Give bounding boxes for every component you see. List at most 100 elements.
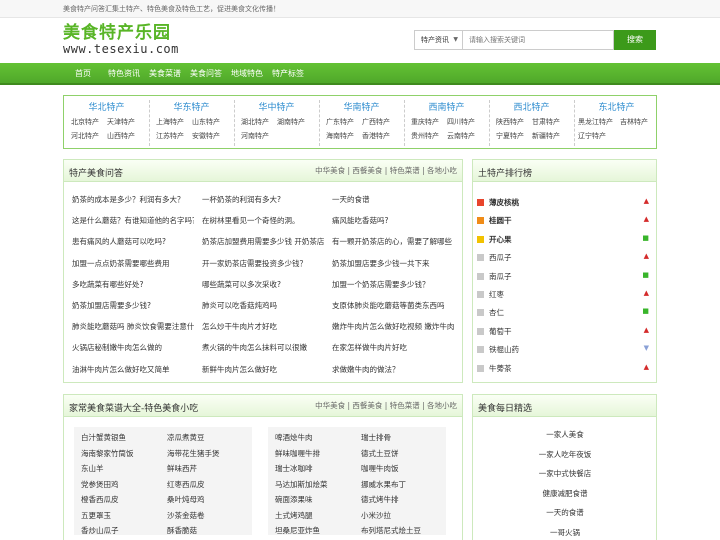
region-link[interactable]: 吉林特产: [620, 117, 648, 127]
region-title[interactable]: 华南特产: [319, 100, 404, 113]
rank-item[interactable]: 西瓜子 ▲: [477, 249, 653, 267]
recipe-link[interactable]: 凉瓜煮黄豆: [167, 432, 205, 443]
region-link[interactable]: 河南特产: [241, 131, 269, 141]
recipe-link[interactable]: 碗面添果味: [275, 494, 313, 505]
recipe-link[interactable]: 红枣西瓜皮: [167, 479, 205, 490]
recipe-link[interactable]: 德式烤牛排: [361, 494, 399, 505]
nav-item-tags[interactable]: 特产标签: [272, 63, 304, 85]
search-input[interactable]: [462, 30, 614, 50]
recipe-link[interactable]: 挪威水果布丁: [361, 479, 406, 490]
qa-question-link[interactable]: 新鲜牛肉片怎么做好吃: [202, 364, 324, 375]
region-link[interactable]: 天津特产: [107, 117, 135, 127]
recipe-link[interactable]: 海南黎家竹筒饭: [81, 448, 134, 459]
region-title[interactable]: 华北特产: [64, 100, 149, 113]
rank-item[interactable]: 红枣 ▲: [477, 286, 653, 304]
region-link[interactable]: 河北特产: [71, 131, 99, 141]
nav-item-news[interactable]: 特色资讯: [108, 63, 140, 85]
qa-question-link[interactable]: 一天的食谱: [332, 194, 454, 205]
nav-item-recipes[interactable]: 美食菜谱: [149, 63, 181, 85]
qa-question-link[interactable]: 患有痛风的人蘑菇可以吃吗?: [72, 236, 194, 247]
qa-question-link[interactable]: 火锅店秘制嫩牛肉怎么做的: [72, 342, 194, 353]
panel-category-links[interactable]: 中华美食 | 西餐美食 | 特色菜谱 | 各地小吃: [315, 165, 457, 176]
region-link[interactable]: 宁夏特产: [496, 131, 524, 141]
recipe-link[interactable]: 五更罩玉: [81, 510, 111, 521]
recipe-link[interactable]: 瑞士冰咖啡: [275, 463, 313, 474]
region-link[interactable]: 贵州特产: [411, 131, 439, 141]
recipe-link[interactable]: 东山羊: [81, 463, 104, 474]
nav-item-qa[interactable]: 美食问答: [190, 63, 222, 85]
daily-link[interactable]: 一天的食谱: [473, 507, 657, 518]
recipe-link[interactable]: 橙香西瓜皮: [81, 494, 119, 505]
search-button[interactable]: 搜索: [614, 30, 656, 50]
recipe-link[interactable]: 啤酒烩牛肉: [275, 432, 313, 443]
panel-category-links[interactable]: 中华美食 | 西餐美食 | 特色菜谱 | 各地小吃: [315, 400, 457, 411]
rank-item[interactable]: 薄皮核桃 ▲: [477, 194, 653, 212]
qa-question-link[interactable]: 支原体肺炎能吃蘑菇等菌类东西吗: [332, 300, 454, 311]
region-title[interactable]: 西南特产: [404, 100, 489, 113]
region-link[interactable]: 重庆特产: [411, 117, 439, 127]
region-link[interactable]: 辽宁特产: [578, 131, 606, 141]
region-link[interactable]: 湖南特产: [277, 117, 305, 127]
region-link[interactable]: 湖北特产: [241, 117, 269, 127]
qa-question-link[interactable]: 嫩炸牛肉片怎么做好吃视频 嫩炸牛肉: [332, 321, 454, 332]
recipe-link[interactable]: 鲜味西芹: [167, 463, 197, 474]
search-category-select[interactable]: 特产资讯 ▼: [414, 30, 462, 50]
recipe-link[interactable]: 鲜味咖喱牛排: [275, 448, 320, 459]
qa-question-link[interactable]: 油淋牛肉片怎么做好吃又简单: [72, 364, 194, 375]
qa-question-link[interactable]: 奶茶的成本是多少？利润有多大？: [72, 194, 194, 205]
recipe-link[interactable]: 德式土豆饼: [361, 448, 399, 459]
qa-question-link[interactable]: 开一家奶茶店需要投资多少钱？: [202, 258, 324, 269]
rank-item[interactable]: 杏仁 ■: [477, 304, 653, 322]
rank-item[interactable]: 南瓜子 ■: [477, 268, 653, 286]
region-link[interactable]: 广东特产: [326, 117, 354, 127]
daily-link[interactable]: 一哥火锅: [473, 527, 657, 538]
recipe-link[interactable]: 坦桑尼亚炸鱼: [275, 525, 320, 536]
rank-item[interactable]: 桂圆干 ▲: [477, 212, 653, 230]
recipe-link[interactable]: 党参煲田鸡: [81, 479, 119, 490]
region-link[interactable]: 甘肃特产: [532, 117, 560, 127]
qa-question-link[interactable]: 这是什么蘑菇？有谁知道他的名字吗？: [72, 215, 194, 226]
region-link[interactable]: 四川特产: [447, 117, 475, 127]
region-title[interactable]: 东北特产: [574, 100, 659, 113]
recipe-link[interactable]: 瑞士排骨: [361, 432, 391, 443]
region-link[interactable]: 云南特产: [447, 131, 475, 141]
region-link[interactable]: 陕西特产: [496, 117, 524, 127]
region-link[interactable]: 江苏特产: [156, 131, 184, 141]
qa-question-link[interactable]: 加盟一个奶茶店需要多少钱？: [332, 279, 454, 290]
daily-link[interactable]: 一家人美食: [473, 429, 657, 440]
qa-question-link[interactable]: 痛风能吃香菇吗?: [332, 215, 454, 226]
recipe-link[interactable]: 桑叶炖母鸡: [167, 494, 205, 505]
nav-item-home[interactable]: 首页: [75, 63, 91, 85]
region-link[interactable]: 安徽特产: [192, 131, 220, 141]
rank-item[interactable]: 牛蒡茶 ▲: [477, 360, 653, 378]
qa-question-link[interactable]: 在树林里看见一个奇怪的洞。: [202, 215, 324, 226]
recipe-link[interactable]: 沙茶金菇卷: [167, 510, 205, 521]
region-link[interactable]: 海南特产: [326, 131, 354, 141]
qa-question-link[interactable]: 加盟一点点奶茶需要哪些费用: [72, 258, 194, 269]
region-link[interactable]: 新疆特产: [532, 131, 560, 141]
qa-question-link[interactable]: 有一颗开奶茶店的心，需要了解哪些: [332, 236, 454, 247]
qa-question-link[interactable]: 哪些蔬菜可以多次采收?: [202, 279, 324, 290]
recipe-link[interactable]: 土式烤鸡腿: [275, 510, 313, 521]
qa-question-link[interactable]: 奶茶加盟店要多少钱一共下来: [332, 258, 454, 269]
qa-question-link[interactable]: 奶茶加盟店需要多少钱?: [72, 300, 194, 311]
recipe-link[interactable]: 白汁蟹黄银鱼: [81, 432, 126, 443]
region-title[interactable]: 华东特产: [149, 100, 234, 113]
nav-item-regions[interactable]: 地域特色: [231, 63, 263, 85]
qa-question-link[interactable]: 肺炎可以吃香菇炖鸡吗: [202, 300, 324, 311]
recipe-link[interactable]: 咖喱牛肉饭: [361, 463, 399, 474]
recipe-link[interactable]: 酥香脆菇: [167, 525, 197, 536]
rank-item[interactable]: 开心果 ■: [477, 231, 653, 249]
region-title[interactable]: 西北特产: [489, 100, 574, 113]
qa-question-link[interactable]: 在家怎样做牛肉片好吃: [332, 342, 454, 353]
qa-question-link[interactable]: 肺炎能吃蘑菇吗 肺炎饮食需要注意什么: [72, 321, 194, 332]
qa-question-link[interactable]: 一杯奶茶的利润有多大?: [202, 194, 324, 205]
rank-item[interactable]: 铁棍山药 ▼: [477, 341, 653, 359]
recipe-link[interactable]: 马达加斯加烩菜: [275, 479, 328, 490]
region-link[interactable]: 山西特产: [107, 131, 135, 141]
site-logo[interactable]: 美食特产乐园 www.tesexiu.com: [63, 24, 179, 56]
recipe-link[interactable]: 海带花生猪手煲: [167, 448, 220, 459]
rank-item[interactable]: 葡萄干 ▲: [477, 323, 653, 341]
region-link[interactable]: 香港特产: [362, 131, 390, 141]
recipe-link[interactable]: 小米沙拉: [361, 510, 391, 521]
